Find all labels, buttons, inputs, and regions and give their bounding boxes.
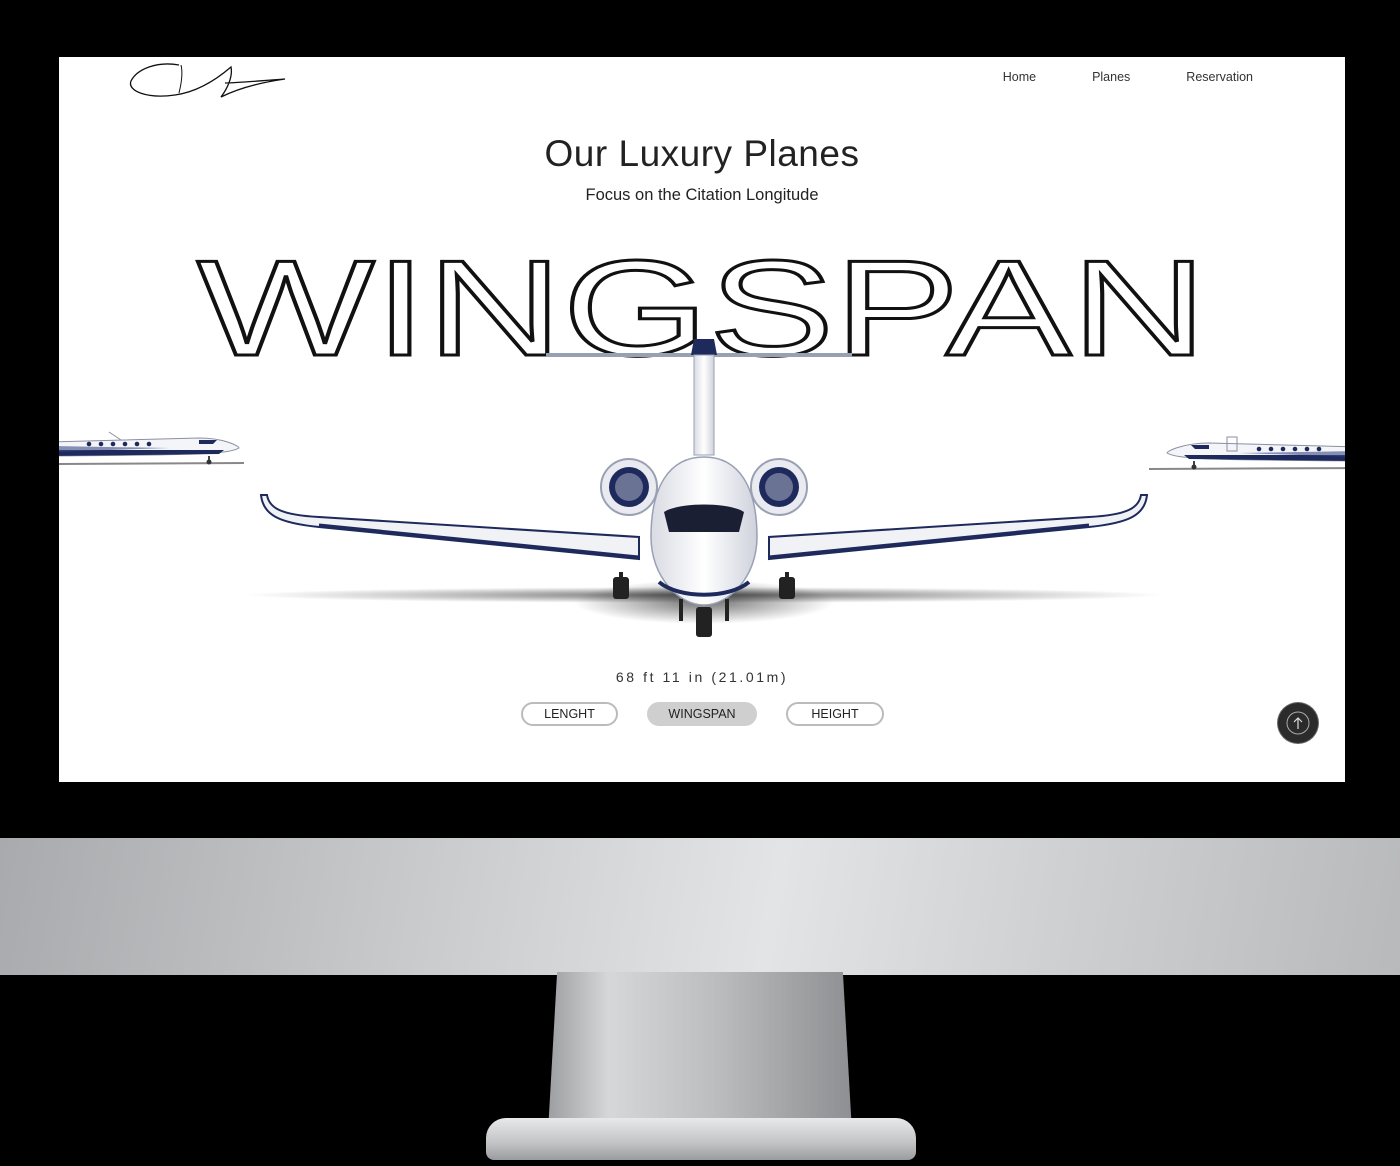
nav-planes[interactable]: Planes [1092, 70, 1130, 84]
citation-longitude-jet-image [244, 339, 1164, 637]
tab-wingspan[interactable]: WINGSPAN [647, 702, 757, 726]
measurement-value: 68 ft 11 in (21.01m) [615, 669, 789, 685]
page-title: Our Luxury Planes [544, 133, 860, 174]
monitor-foot [486, 1118, 916, 1160]
scroll-to-top-button[interactable] [1278, 703, 1318, 743]
dimension-tabs: LENGHT WINGSPAN HEIGHT [521, 702, 884, 726]
page-subtitle: Focus on the Citation Longitude [585, 186, 819, 204]
signature-logo[interactable] [127, 59, 287, 101]
monitor-chin [0, 838, 1400, 988]
nav-home[interactable]: Home [1003, 70, 1036, 84]
side-jet-right-image [1149, 436, 1345, 470]
arrow-up-icon [1286, 711, 1310, 735]
tab-length[interactable]: LENGHT [521, 702, 618, 726]
side-jet-left-image [59, 431, 245, 465]
tab-height[interactable]: HEIGHT [786, 702, 884, 726]
main-nav: Home Planes Reservation [1003, 70, 1253, 84]
nav-reservation[interactable]: Reservation [1186, 70, 1253, 84]
monitor-stand [548, 972, 852, 1132]
website-screen: Home Planes Reservation Our Luxury Plane… [59, 57, 1345, 782]
